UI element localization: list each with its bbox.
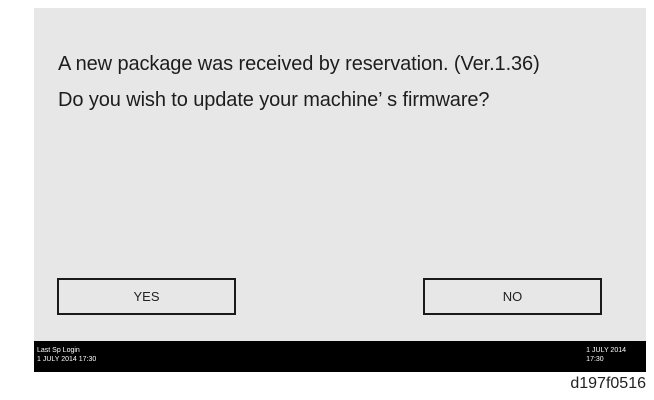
message-line-2: Do you wish to update your machine’ s fi… [58,89,490,111]
status-bar: Last Sp Login 1 JULY 2014 17:30 1 JULY 2… [34,341,646,372]
figure-id-caption: d197f0516 [570,375,646,392]
no-button[interactable]: NO [423,278,602,315]
device-screen: A new package was received by reservatio… [34,8,646,372]
current-time: 17:30 [586,356,604,363]
current-date: 1 JULY 2014 [586,347,626,354]
last-login-datetime: 1 JULY 2014 17:30 [37,356,97,363]
last-login-title: Last Sp Login [37,347,80,354]
current-datetime: 1 JULY 2014 17:30 [586,346,626,364]
message-line-1: A new package was received by reservatio… [58,53,540,75]
update-message: A new package was received by reservatio… [58,46,540,118]
last-login-info: Last Sp Login 1 JULY 2014 17:30 [37,346,96,364]
yes-button[interactable]: YES [57,278,236,315]
